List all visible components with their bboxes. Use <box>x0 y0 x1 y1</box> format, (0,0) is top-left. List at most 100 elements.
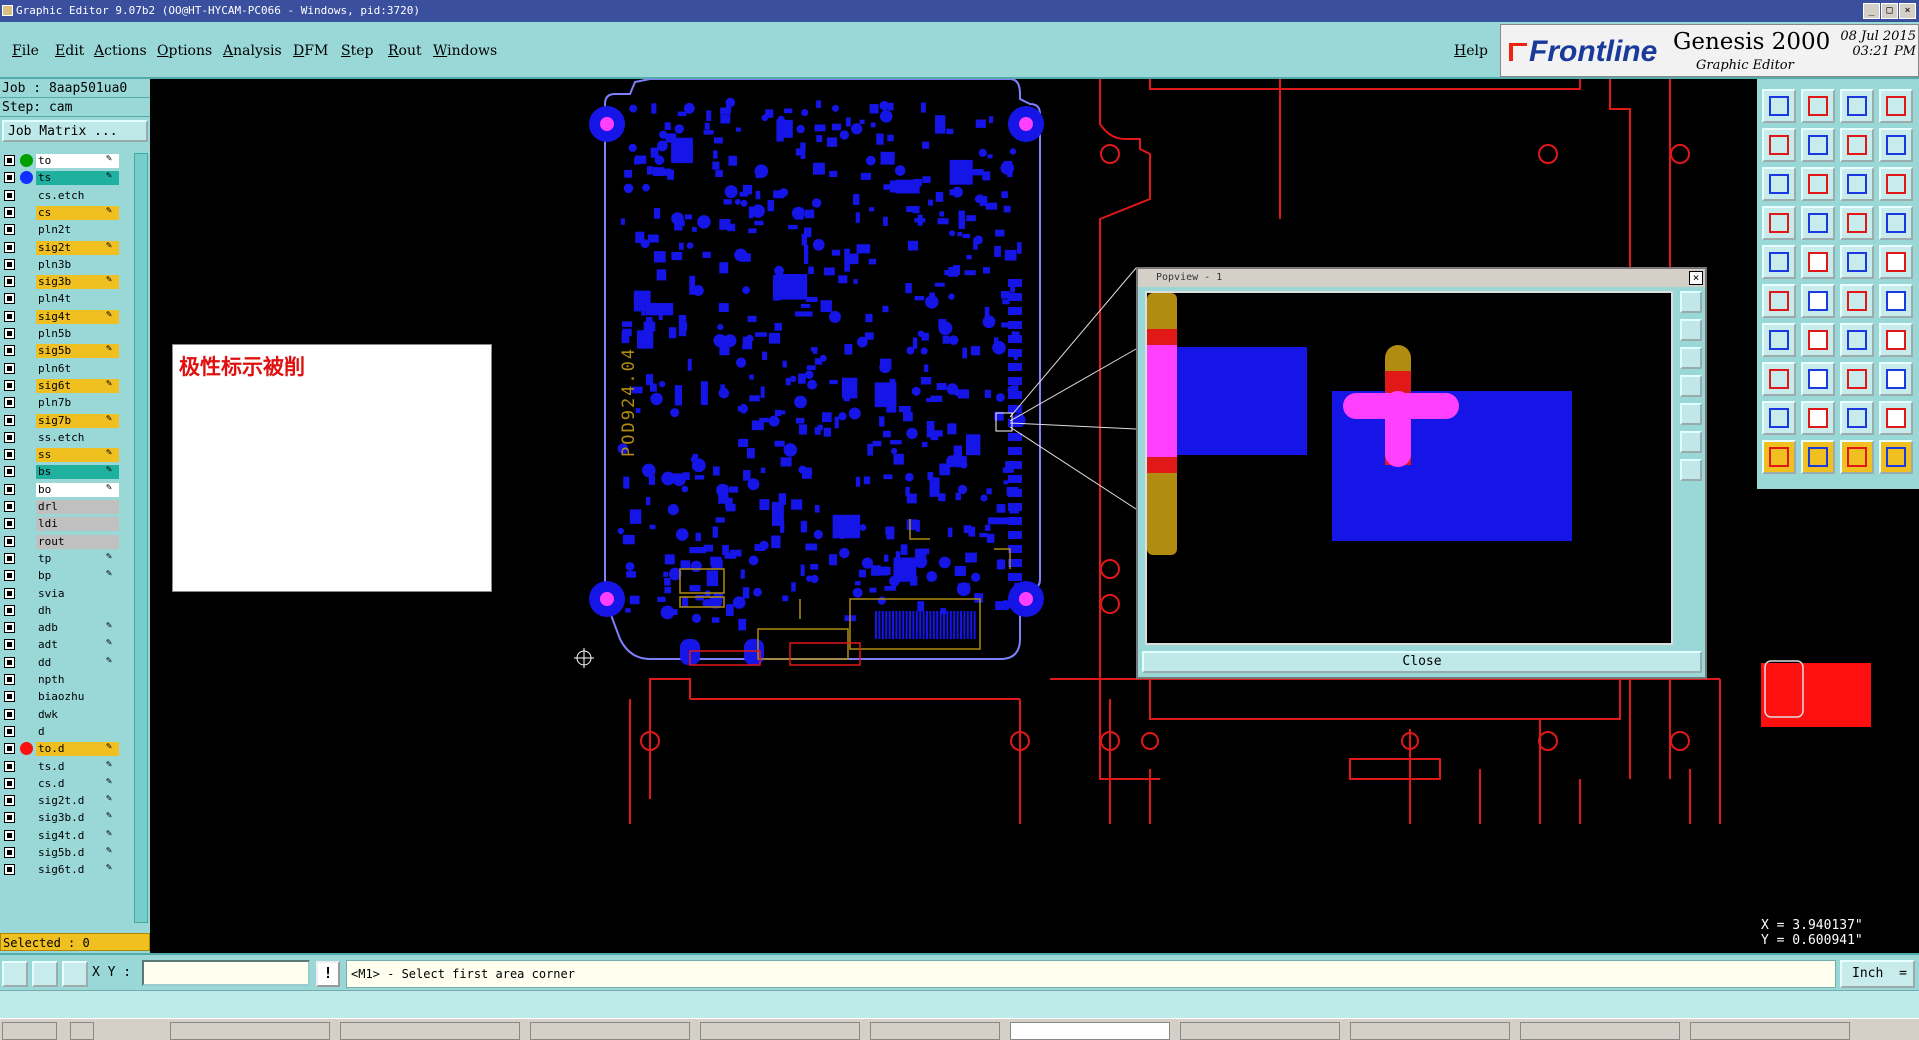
layer-name[interactable]: d <box>36 724 119 739</box>
layer-row[interactable]: sig3b.d ✎ <box>0 810 134 826</box>
layer-checkbox[interactable] <box>4 328 15 339</box>
measure-icon[interactable] <box>32 961 58 987</box>
layer-display-color-icon[interactable] <box>20 154 33 167</box>
layer-checkbox[interactable] <box>4 241 15 253</box>
layer-checkbox[interactable] <box>4 155 15 166</box>
layer-row[interactable]: d <box>0 724 134 739</box>
layer-checkbox[interactable] <box>4 552 15 564</box>
taskbar-quicklaunch-icon[interactable] <box>70 1022 94 1040</box>
menu-options[interactable]: Options <box>157 43 212 59</box>
snap-off-icon[interactable] <box>1879 206 1913 240</box>
taskbar-item-active[interactable] <box>1010 1022 1170 1040</box>
layer-row[interactable]: rout <box>0 534 134 549</box>
layer-row[interactable]: sig4t ✎ <box>0 309 134 324</box>
layer-checkbox[interactable] <box>4 310 15 322</box>
menu-actions[interactable]: Actions <box>94 43 147 59</box>
dot-icon[interactable] <box>1879 245 1913 279</box>
layer-checkbox[interactable] <box>4 708 15 720</box>
layer-name[interactable]: biaozhu <box>36 690 119 705</box>
slope-icon[interactable] <box>1801 323 1835 357</box>
layer-row[interactable]: sig4t.d ✎ <box>0 828 134 843</box>
layer-checkbox[interactable] <box>4 587 15 599</box>
layer-checkbox[interactable] <box>4 864 15 876</box>
mini-map[interactable] <box>1757 489 1919 919</box>
menu-windows[interactable]: Windows <box>433 43 497 59</box>
pan-left-icon[interactable] <box>1762 128 1796 162</box>
layer-checkbox[interactable] <box>4 362 15 374</box>
unit-selector[interactable]: Inch = <box>1840 960 1915 988</box>
layer-name[interactable]: pln6t <box>36 361 119 376</box>
layer-row[interactable]: pln4t <box>0 291 134 307</box>
layer-checkbox[interactable] <box>4 224 15 236</box>
taskbar-item[interactable] <box>1690 1022 1850 1040</box>
taskbar-item[interactable] <box>170 1022 330 1040</box>
layer-checkbox[interactable] <box>4 795 15 807</box>
layer-row[interactable]: to.d ✎ <box>0 741 134 757</box>
zoom-in-icon[interactable] <box>1762 89 1796 123</box>
layer-row[interactable]: sig7b ✎ <box>0 413 134 428</box>
frame-icon[interactable] <box>1840 362 1874 396</box>
layer-name[interactable]: ldi <box>36 517 119 532</box>
layer-row[interactable]: cs ✎ <box>0 205 134 220</box>
layer-row[interactable]: sig2t ✎ <box>0 240 134 255</box>
split-icon[interactable] <box>1879 284 1913 318</box>
layer-row[interactable]: ts.d ✎ <box>0 759 134 774</box>
layer-row[interactable]: bp ✎ <box>0 568 134 584</box>
layer-checkbox[interactable] <box>4 431 15 443</box>
text-edit-icon[interactable] <box>1879 401 1913 435</box>
popview-viewport[interactable] <box>1145 291 1673 645</box>
layer-row[interactable]: biaozhu <box>0 689 134 705</box>
warning-icon[interactable]: ! <box>316 961 340 987</box>
move-icon[interactable] <box>1762 167 1796 201</box>
group-icon[interactable] <box>1879 362 1913 396</box>
surface-icon[interactable] <box>1840 245 1874 279</box>
layer-checkbox[interactable] <box>4 206 15 218</box>
layer-checkbox[interactable] <box>4 414 15 426</box>
menu-edit[interactable]: Edit <box>55 43 84 59</box>
grid-icon[interactable] <box>1801 206 1835 240</box>
popview-fit-icon[interactable] <box>1680 431 1702 453</box>
line-edit-icon[interactable] <box>1801 362 1835 396</box>
pan-right-icon[interactable] <box>1801 128 1835 162</box>
layer-checkbox[interactable] <box>4 656 15 668</box>
layer-row[interactable]: adb ✎ <box>0 620 134 636</box>
layer-name[interactable]: pln4t <box>36 292 119 307</box>
layer-row[interactable]: cs.etch <box>0 188 134 203</box>
cursor-ruler-icon[interactable] <box>1879 440 1913 474</box>
layer-checkbox[interactable] <box>4 258 15 270</box>
copy-icon[interactable] <box>1762 362 1796 396</box>
layer-row[interactable]: npth <box>0 672 134 687</box>
layer-checkbox[interactable] <box>4 847 15 858</box>
layer-checkbox[interactable] <box>4 674 15 685</box>
arc-icon[interactable] <box>1840 323 1874 357</box>
layer-row[interactable]: adt ✎ <box>0 637 134 653</box>
angle-icon[interactable] <box>1762 323 1796 357</box>
layer-display-color-icon[interactable] <box>20 742 33 756</box>
popview-print-icon[interactable] <box>1680 319 1702 341</box>
popview-pan-icon[interactable] <box>1680 459 1702 481</box>
layer-row[interactable]: to ✎ <box>0 153 134 168</box>
taskbar-item[interactable] <box>870 1022 1000 1040</box>
popview-close-button[interactable]: Close <box>1142 651 1702 673</box>
layer-checkbox[interactable] <box>4 189 15 201</box>
maximize-button[interactable]: □ <box>1881 3 1898 19</box>
pad-icon[interactable] <box>1762 245 1796 279</box>
fit-icon[interactable] <box>1879 128 1913 162</box>
layer-row[interactable]: sig5b ✎ <box>0 343 134 359</box>
layer-row[interactable]: pln6t <box>0 361 134 376</box>
layer-checkbox[interactable] <box>4 760 15 772</box>
menu-help[interactable]: Help <box>1454 43 1488 59</box>
layer-checkbox[interactable] <box>4 604 15 616</box>
layer-row[interactable]: dwk <box>0 707 134 722</box>
layer-checkbox[interactable] <box>4 743 15 755</box>
layer-name[interactable]: svia <box>36 586 119 601</box>
layer-row[interactable]: dd ✎ <box>0 655 134 670</box>
layer-row[interactable]: sig5b.d ✎ <box>0 845 134 860</box>
home-icon[interactable] <box>1840 89 1874 123</box>
rotate-icon[interactable] <box>1801 167 1835 201</box>
minimize-button[interactable]: _ <box>1863 3 1880 19</box>
layer-row[interactable]: svia <box>0 586 134 601</box>
layer-checkbox[interactable] <box>4 777 15 789</box>
text-bold-icon[interactable] <box>1801 401 1835 435</box>
cursor-icon[interactable] <box>1762 440 1796 474</box>
